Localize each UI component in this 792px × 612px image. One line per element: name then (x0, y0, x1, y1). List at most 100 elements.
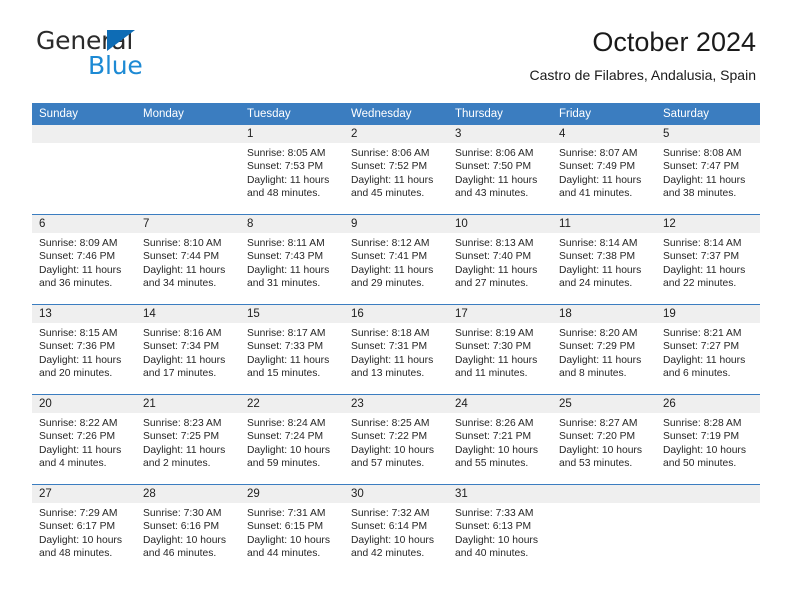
calendar-week-row: 6 Sunrise: 8:09 AM Sunset: 7:46 PM Daylight… (32, 214, 760, 305)
day-details: Sunrise: 8:27 AM Sunset: 7:20 PM Daylight:… (552, 413, 656, 471)
day-cell-content: 2 Sunrise: 8:06 AM Sunset: 7:52 PM Daylight… (344, 125, 448, 214)
calendar-week-row: 13 Sunrise: 8:15 AM Sunset: 7:36 PM Dayligh… (32, 304, 760, 395)
calendar-day-cell[interactable]: 3 Sunrise: 8:06 AM Sunset: 7:50 PM Daylight… (448, 125, 552, 215)
sunrise-text: Sunrise: 8:18 AM (351, 328, 430, 339)
calendar-day-cell[interactable]: 31 Sunrise: 7:33 AM Sunset: 6:13 PM Dayligh… (448, 484, 552, 574)
calendar-day-cell[interactable]: 18 Sunrise: 8:20 AM Sunset: 7:29 PM Dayligh… (552, 304, 656, 395)
calendar-day-cell[interactable]: 20 Sunrise: 8:22 AM Sunset: 7:26 PM Dayligh… (32, 394, 136, 485)
calendar-day-cell[interactable]: 10 Sunrise: 8:13 AM Sunset: 7:40 PM Dayligh… (448, 214, 552, 305)
calendar-day-cell[interactable] (32, 125, 136, 215)
day-number: 4 (552, 125, 656, 143)
day-number: 12 (656, 215, 760, 233)
calendar-day-cell[interactable]: 16 Sunrise: 8:18 AM Sunset: 7:31 PM Dayligh… (344, 304, 448, 395)
calendar-day-cell[interactable]: 28 Sunrise: 7:30 AM Sunset: 6:16 PM Dayligh… (136, 484, 240, 574)
weekday-header-monday: Monday (136, 103, 240, 125)
calendar-day-cell[interactable]: 27 Sunrise: 7:29 AM Sunset: 6:17 PM Dayligh… (32, 484, 136, 574)
sunset-text: Sunset: 7:43 PM (247, 251, 324, 263)
calendar-day-cell[interactable]: 11 Sunrise: 8:14 AM Sunset: 7:38 PM Dayligh… (552, 214, 656, 305)
calendar-day-cell[interactable]: 12 Sunrise: 8:14 AM Sunset: 7:37 PM Dayligh… (656, 214, 760, 305)
day-number: 19 (656, 305, 760, 323)
sunrise-text: Sunrise: 8:07 AM (559, 148, 638, 159)
day-cell-content: 30 Sunrise: 7:32 AM Sunset: 6:14 PM Dayligh… (344, 485, 448, 574)
day-number: 30 (344, 485, 448, 503)
sunset-text: Sunset: 7:49 PM (559, 161, 636, 173)
calendar-day-cell[interactable]: 8 Sunrise: 8:11 AM Sunset: 7:43 PM Daylight… (240, 214, 344, 305)
day-details: Sunrise: 8:06 AM Sunset: 7:52 PM Daylight:… (344, 143, 448, 201)
calendar-day-cell[interactable]: 6 Sunrise: 8:09 AM Sunset: 7:46 PM Daylight… (32, 214, 136, 305)
day-number (552, 485, 656, 503)
calendar-day-cell[interactable] (136, 125, 240, 215)
calendar-day-cell[interactable]: 19 Sunrise: 8:21 AM Sunset: 7:27 PM Dayligh… (656, 304, 760, 395)
day-details: Sunrise: 8:07 AM Sunset: 7:49 PM Daylight:… (552, 143, 656, 201)
day-details: Sunrise: 8:13 AM Sunset: 7:40 PM Daylight:… (448, 233, 552, 291)
calendar-day-cell[interactable]: 1 Sunrise: 8:05 AM Sunset: 7:53 PM Daylight… (240, 125, 344, 215)
sunrise-text: Sunrise: 8:28 AM (663, 418, 742, 429)
sunrise-text: Sunrise: 7:31 AM (247, 508, 326, 519)
calendar-day-cell[interactable]: 5 Sunrise: 8:08 AM Sunset: 7:47 PM Daylight… (656, 125, 760, 215)
calendar-week-row: 27 Sunrise: 7:29 AM Sunset: 6:17 PM Dayligh… (32, 484, 760, 574)
calendar-day-cell[interactable]: 22 Sunrise: 8:24 AM Sunset: 7:24 PM Dayligh… (240, 394, 344, 485)
sunset-text: Sunset: 6:15 PM (247, 521, 324, 533)
calendar-day-cell[interactable] (552, 484, 656, 574)
daylight-text: Daylight: 11 hours and 24 minutes. (559, 264, 642, 290)
day-details: Sunrise: 8:14 AM Sunset: 7:38 PM Daylight:… (552, 233, 656, 291)
day-number: 1 (240, 125, 344, 143)
day-details: Sunrise: 8:25 AM Sunset: 7:22 PM Daylight:… (344, 413, 448, 471)
logo-triangle-icon (107, 30, 135, 51)
day-cell-content (552, 485, 656, 574)
calendar-day-cell[interactable]: 23 Sunrise: 8:25 AM Sunset: 7:22 PM Dayligh… (344, 394, 448, 485)
calendar-day-cell[interactable]: 17 Sunrise: 8:19 AM Sunset: 7:30 PM Dayligh… (448, 304, 552, 395)
calendar-day-cell[interactable]: 13 Sunrise: 8:15 AM Sunset: 7:36 PM Dayligh… (32, 304, 136, 395)
sunset-text: Sunset: 7:21 PM (455, 431, 532, 443)
sunrise-text: Sunrise: 8:25 AM (351, 418, 430, 429)
calendar-day-cell[interactable]: 30 Sunrise: 7:32 AM Sunset: 6:14 PM Dayligh… (344, 484, 448, 574)
day-number: 17 (448, 305, 552, 323)
day-cell-content: 22 Sunrise: 8:24 AM Sunset: 7:24 PM Dayligh… (240, 395, 344, 484)
sunset-text: Sunset: 7:29 PM (559, 341, 636, 353)
day-details: Sunrise: 7:29 AM Sunset: 6:17 PM Daylight:… (32, 503, 136, 561)
sunrise-text: Sunrise: 8:24 AM (247, 418, 326, 429)
sunset-text: Sunset: 7:47 PM (663, 161, 740, 173)
daylight-text: Daylight: 11 hours and 11 minutes. (455, 354, 538, 380)
sunset-text: Sunset: 7:24 PM (247, 431, 324, 443)
day-cell-content: 13 Sunrise: 8:15 AM Sunset: 7:36 PM Dayligh… (32, 305, 136, 394)
title-block: October 2024 Castro de Filabres, Andalus… (530, 26, 756, 84)
calendar-table: Sunday Monday Tuesday Wednesday Thursday Frid… (32, 103, 760, 574)
day-details: Sunrise: 8:09 AM Sunset: 7:46 PM Daylight:… (32, 233, 136, 291)
calendar-day-cell[interactable]: 26 Sunrise: 8:28 AM Sunset: 7:19 PM Dayligh… (656, 394, 760, 485)
calendar-day-cell[interactable]: 4 Sunrise: 8:07 AM Sunset: 7:49 PM Daylight… (552, 125, 656, 215)
daylight-text: Daylight: 11 hours and 13 minutes. (351, 354, 434, 380)
sunrise-text: Sunrise: 7:33 AM (455, 508, 534, 519)
sunrise-text: Sunrise: 8:14 AM (559, 238, 638, 249)
calendar-day-cell[interactable]: 9 Sunrise: 8:12 AM Sunset: 7:41 PM Daylight… (344, 214, 448, 305)
calendar-day-cell[interactable]: 24 Sunrise: 8:26 AM Sunset: 7:21 PM Dayligh… (448, 394, 552, 485)
calendar-day-cell[interactable]: 7 Sunrise: 8:10 AM Sunset: 7:44 PM Daylight… (136, 214, 240, 305)
day-number: 9 (344, 215, 448, 233)
sunset-text: Sunset: 7:25 PM (143, 431, 220, 443)
calendar-day-cell[interactable] (656, 484, 760, 574)
calendar-day-cell[interactable]: 21 Sunrise: 8:23 AM Sunset: 7:25 PM Dayligh… (136, 394, 240, 485)
sunrise-text: Sunrise: 8:27 AM (559, 418, 638, 429)
sunrise-text: Sunrise: 8:23 AM (143, 418, 222, 429)
calendar-day-cell[interactable]: 29 Sunrise: 7:31 AM Sunset: 6:15 PM Dayligh… (240, 484, 344, 574)
weekday-header-saturday: Saturday (656, 103, 760, 125)
daylight-text: Daylight: 11 hours and 20 minutes. (39, 354, 122, 380)
daylight-text: Daylight: 10 hours and 57 minutes. (351, 444, 434, 470)
calendar-day-cell[interactable]: 25 Sunrise: 8:27 AM Sunset: 7:20 PM Dayligh… (552, 394, 656, 485)
daylight-text: Daylight: 10 hours and 55 minutes. (455, 444, 538, 470)
calendar-day-cell[interactable]: 2 Sunrise: 8:06 AM Sunset: 7:52 PM Daylight… (344, 125, 448, 215)
sunset-text: Sunset: 6:16 PM (143, 521, 220, 533)
calendar-day-cell[interactable]: 14 Sunrise: 8:16 AM Sunset: 7:34 PM Dayligh… (136, 304, 240, 395)
daylight-text: Daylight: 11 hours and 41 minutes. (559, 174, 642, 200)
daylight-text: Daylight: 11 hours and 27 minutes. (455, 264, 538, 290)
calendar-day-cell[interactable]: 15 Sunrise: 8:17 AM Sunset: 7:33 PM Dayligh… (240, 304, 344, 395)
sunset-text: Sunset: 6:14 PM (351, 521, 428, 533)
day-number: 31 (448, 485, 552, 503)
day-details: Sunrise: 7:31 AM Sunset: 6:15 PM Daylight:… (240, 503, 344, 561)
daylight-text: Daylight: 11 hours and 45 minutes. (351, 174, 434, 200)
daylight-text: Daylight: 11 hours and 17 minutes. (143, 354, 226, 380)
day-cell-content: 14 Sunrise: 8:16 AM Sunset: 7:34 PM Dayligh… (136, 305, 240, 394)
day-details: Sunrise: 8:16 AM Sunset: 7:34 PM Daylight:… (136, 323, 240, 381)
weekday-header-thursday: Thursday (448, 103, 552, 125)
sunrise-text: Sunrise: 8:20 AM (559, 328, 638, 339)
